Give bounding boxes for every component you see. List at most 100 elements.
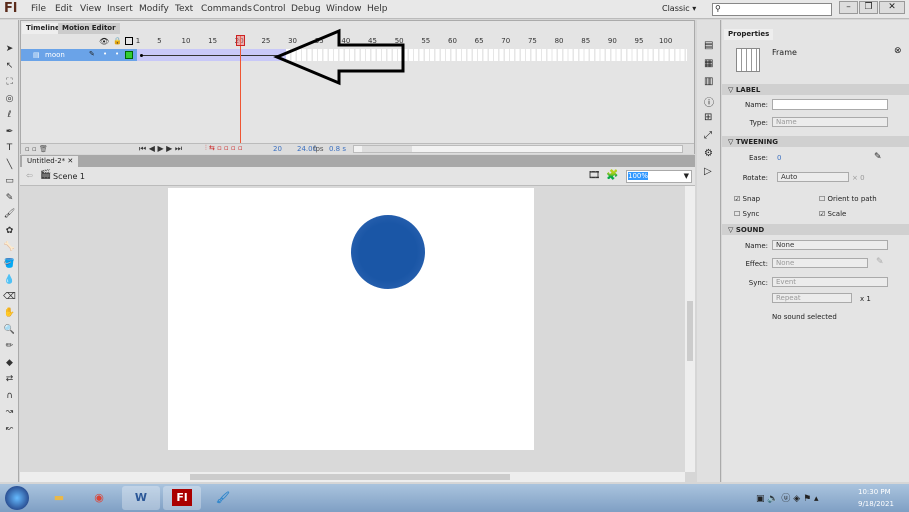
clock-time[interactable]: 10:30 PM <box>858 488 891 496</box>
search-icon: ⚲ <box>715 4 721 13</box>
effect-select[interactable]: None <box>772 258 868 268</box>
properties-panel: Properties Frame ⊗ ▽ LABEL Name: Type: N… <box>722 20 909 482</box>
menu-help[interactable]: Help <box>367 4 388 14</box>
panel-icons: ▤ ▦ ▥ ⓘ ⊞ ⤢ ⚙ ▷ <box>697 20 721 482</box>
section-label[interactable]: ▽ LABEL <box>722 84 909 95</box>
stroke-color-tool-icon[interactable]: ✏ <box>3 341 16 353</box>
sync-checkbox[interactable]: ☐ Sync <box>734 210 759 218</box>
edit-symbols-icon[interactable]: 🧩 <box>606 170 618 181</box>
sound-sync-select[interactable]: Event <box>772 277 888 287</box>
word-taskbar-icon[interactable]: W <box>122 486 160 510</box>
name-label: Name: <box>744 101 768 109</box>
menu-window[interactable]: Window <box>326 4 362 14</box>
start-button[interactable] <box>5 486 29 510</box>
chrome-taskbar-icon[interactable]: ◉ <box>80 486 118 510</box>
eyedropper-tool-icon[interactable]: 💧 <box>3 275 16 287</box>
text-tool-icon[interactable]: T <box>3 143 16 155</box>
edit-ease-icon[interactable]: ✎ <box>874 152 882 162</box>
library-panel-icon[interactable]: ▤ <box>704 40 713 51</box>
chevron-down-icon: ▼ <box>683 172 689 180</box>
rotate-select[interactable]: Auto <box>777 172 849 182</box>
close-tab-icon[interactable]: ✕ <box>67 157 73 165</box>
menu-file[interactable]: File <box>31 4 46 14</box>
scale-checkbox[interactable]: ☑ Scale <box>819 210 846 218</box>
vertical-scrollbar[interactable] <box>685 186 695 472</box>
deco-tool-icon[interactable]: ✿ <box>3 226 16 238</box>
free-transform-tool-icon[interactable]: ⛶ <box>3 77 16 89</box>
tools-panel: ➤ ↖ ⛶ ◎ ℓ ✒ T ╲ ▭ ✎ 🖌 ✿ 🦴 🪣 💧 ⌫ ✋ 🔍 ✏ ◆ ⇄ ∩ ↝ ↜ <box>0 20 19 482</box>
menu-insert[interactable]: Insert <box>107 4 133 14</box>
menu-edit[interactable]: Edit <box>55 4 72 14</box>
brush-tool-icon[interactable]: 🖌 <box>3 209 16 221</box>
swatches-panel-icon[interactable]: ▥ <box>704 76 713 87</box>
pencil-tool-icon[interactable]: ✎ <box>3 193 16 205</box>
moon-circle[interactable] <box>351 215 425 289</box>
zoom-tool-icon[interactable]: 🔍 <box>3 325 16 337</box>
menu-modify[interactable]: Modify <box>139 4 169 14</box>
color-panel-icon[interactable]: ▦ <box>704 58 713 69</box>
menu-view[interactable]: View <box>80 4 101 14</box>
ease-value[interactable]: 0 <box>777 154 781 162</box>
section-sound[interactable]: ▽ SOUND <box>722 224 909 235</box>
tray-icons[interactable]: ▣ 🔈 ⓤ ◈ ⚑ ▴ <box>756 491 819 504</box>
rectangle-tool-icon[interactable]: ▭ <box>3 176 16 188</box>
transform-panel-icon[interactable]: ⤢ <box>704 130 712 141</box>
components-panel-icon[interactable]: ⚙ <box>704 148 713 159</box>
scene-name[interactable]: Scene 1 <box>53 172 85 181</box>
menu-commands[interactable]: Commands <box>201 4 252 14</box>
repeat-count[interactable]: x 1 <box>860 295 871 303</box>
edit-effect-icon[interactable]: ✎ <box>876 257 884 267</box>
menu-control[interactable]: Control <box>253 4 286 14</box>
fill-color-tool-icon[interactable]: ◆ <box>3 358 16 370</box>
lasso-tool-icon[interactable]: ℓ <box>3 110 16 122</box>
motion-presets-panel-icon[interactable]: ▷ <box>704 166 712 177</box>
workspace-switcher[interactable]: Classic ▾ <box>662 4 696 13</box>
help-search-input[interactable]: ⚲ <box>712 3 832 16</box>
sound-name-select[interactable]: None <box>772 240 888 250</box>
hand-tool-icon[interactable]: ✋ <box>3 308 16 320</box>
menu-debug[interactable]: Debug <box>291 4 321 14</box>
label-type-select[interactable]: Name <box>772 117 888 127</box>
frame-name-input[interactable] <box>772 99 888 110</box>
smooth-tool-icon[interactable]: ↝ <box>3 407 16 419</box>
snap-checkbox[interactable]: ☑ Snap <box>734 195 760 203</box>
explorer-taskbar-icon[interactable]: ▬ <box>40 486 78 510</box>
swap-colors-tool-icon[interactable]: ⇄ <box>3 374 16 386</box>
paint-bucket-tool-icon[interactable]: 🪣 <box>3 259 16 271</box>
subselection-tool-icon[interactable]: ↖ <box>3 61 16 73</box>
selection-tool-icon[interactable]: ➤ <box>3 44 16 56</box>
close-button[interactable]: ✕ <box>879 1 905 14</box>
paint-taskbar-icon[interactable]: 🖌 <box>204 486 242 510</box>
sound-status: No sound selected <box>772 313 837 321</box>
info-panel-icon[interactable]: ⓘ <box>704 94 714 109</box>
line-tool-icon[interactable]: ╲ <box>3 160 16 172</box>
stage[interactable] <box>168 188 534 450</box>
snap-tool-icon[interactable]: ∩ <box>3 391 16 403</box>
sound-name-label: Name: <box>744 242 768 250</box>
restore-button[interactable]: ❐ <box>859 1 878 14</box>
selection-type: Frame <box>772 48 797 57</box>
back-arrow-icon[interactable]: ⇦ <box>26 171 33 180</box>
pen-tool-icon[interactable]: ✒ <box>3 127 16 139</box>
rotate-times[interactable]: × 0 <box>852 174 865 182</box>
edit-scene-icon[interactable]: 🎞 <box>588 170 601 181</box>
document-tab[interactable]: Untitled-2* ✕ <box>22 156 79 167</box>
timeline-panel: Timeline Motion Editor 👁 🔒 1510152025303… <box>20 20 695 154</box>
bone-tool-icon[interactable]: 🦴 <box>3 242 16 254</box>
orient-to-path-checkbox[interactable]: ☐ Orient to path <box>819 195 877 203</box>
repeat-select[interactable]: Repeat <box>772 293 852 303</box>
horizontal-scrollbar[interactable] <box>20 472 685 482</box>
clock-date[interactable]: 9/18/2021 <box>858 500 894 508</box>
tab-properties[interactable]: Properties <box>724 29 774 40</box>
zoom-select[interactable]: 100% ▼ <box>626 170 692 183</box>
minimize-button[interactable]: – <box>839 1 858 14</box>
menu-text[interactable]: Text <box>175 4 193 14</box>
3d-rotation-tool-icon[interactable]: ◎ <box>3 94 16 106</box>
section-tweening[interactable]: ▽ TWEENING <box>722 136 909 147</box>
align-panel-icon[interactable]: ⊞ <box>704 112 712 123</box>
eraser-tool-icon[interactable]: ⌫ <box>3 292 16 304</box>
flash-taskbar-icon[interactable]: Fl <box>172 489 192 506</box>
checkbox-icon: ☑ <box>819 210 826 218</box>
straighten-tool-icon[interactable]: ↜ <box>3 424 16 436</box>
help-icon[interactable]: ⊗ <box>894 46 902 56</box>
